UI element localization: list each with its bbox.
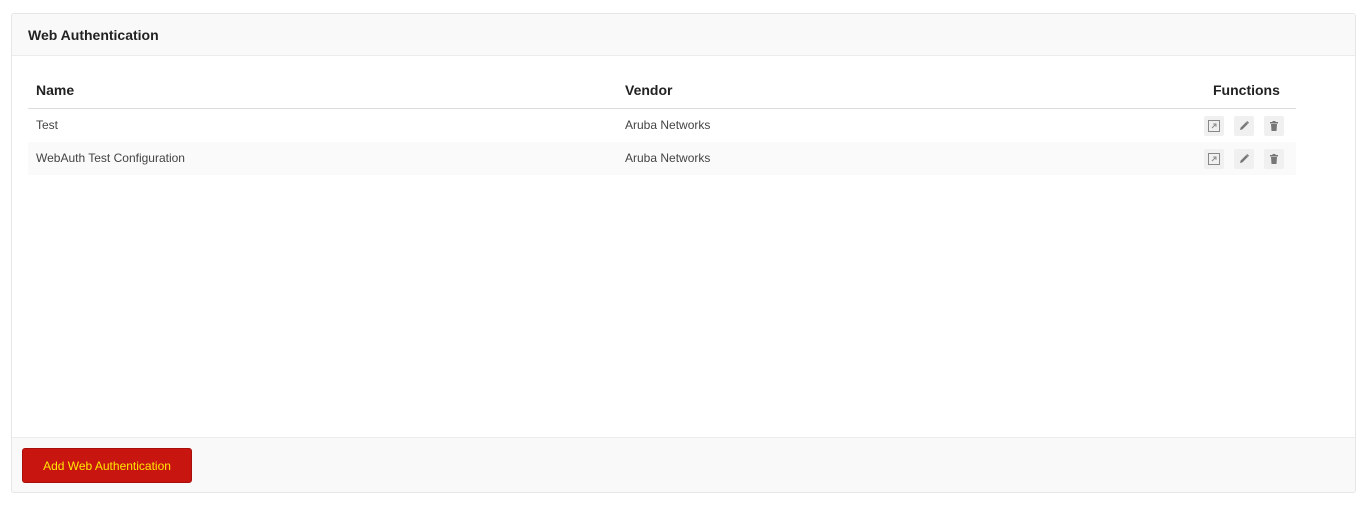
web-auth-table: Name Vendor Functions Test Aruba Network…: [28, 76, 1296, 175]
panel-footer: Add Web Authentication: [12, 437, 1355, 492]
row-name: Test: [36, 118, 59, 132]
add-web-authentication-button[interactable]: Add Web Authentication: [22, 448, 192, 483]
web-authentication-panel: Web Authentication Name Vendor Functions…: [11, 13, 1356, 493]
table-row: Test Aruba Networks: [28, 109, 1296, 142]
pencil-icon[interactable]: [1234, 116, 1254, 136]
pencil-icon[interactable]: [1234, 149, 1254, 169]
row-vendor: Aruba Networks: [625, 151, 711, 165]
trash-icon[interactable]: [1264, 116, 1284, 136]
row-name: WebAuth Test Configuration: [36, 151, 185, 165]
column-header-functions: Functions: [1213, 82, 1280, 98]
row-actions: [1204, 149, 1284, 169]
column-header-vendor: Vendor: [625, 82, 673, 98]
table-header: Name Vendor Functions: [28, 76, 1296, 109]
panel-title: Web Authentication: [28, 26, 159, 43]
open-external-icon[interactable]: [1204, 116, 1224, 136]
column-header-name: Name: [36, 82, 75, 98]
row-vendor: Aruba Networks: [625, 118, 711, 132]
table-row: WebAuth Test Configuration Aruba Network…: [28, 142, 1296, 175]
row-actions: [1204, 116, 1284, 136]
open-external-icon[interactable]: [1204, 149, 1224, 169]
trash-icon[interactable]: [1264, 149, 1284, 169]
panel-body: Name Vendor Functions Test Aruba Network…: [12, 56, 1355, 437]
panel-header: Web Authentication: [12, 14, 1355, 56]
